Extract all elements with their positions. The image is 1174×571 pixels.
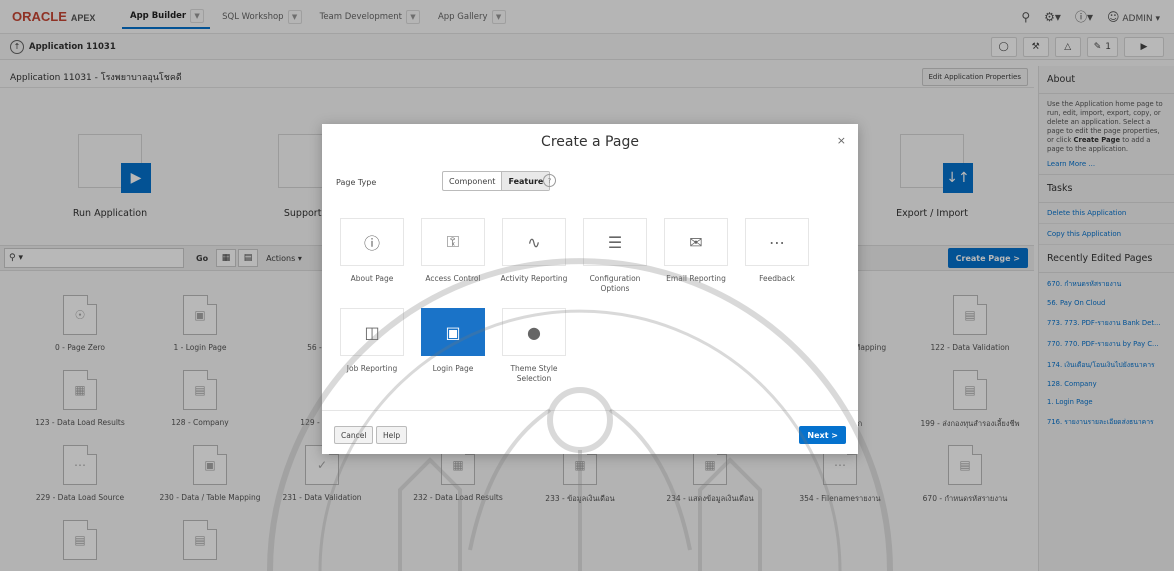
dialog-footer-divider [322,410,858,411]
next-button[interactable]: Next > [799,426,846,444]
component-option[interactable]: Component [443,172,501,190]
page-type-label: Email Reporting [666,274,726,283]
checklist-icon: ☰ [583,218,647,266]
page-type-switch: Component Feature [442,171,551,191]
key-icon: ⚿ [421,218,485,266]
page-type-configuration-options[interactable]: ☰ Configuration Options [575,218,655,294]
page-type-label: About Page [350,274,394,283]
page-type-job-reporting[interactable]: ◫ Job Reporting [332,308,412,374]
database-icon: ◫ [340,308,404,356]
page-type-label: Activity Reporting [500,274,568,283]
page-type-label: Login Page [432,364,474,373]
page-type-login-page[interactable]: ▣ Login Page [413,308,493,374]
page-type-theme-style-selection[interactable]: ● Theme Style Selection [494,308,574,384]
page-type-label: Theme Style Selection [510,364,558,383]
page-type-label: Configuration Options [589,274,641,293]
pulse-icon: ∿ [502,218,566,266]
help-icon[interactable]: ? [543,174,556,187]
page-type-email-reporting[interactable]: ✉ Email Reporting [656,218,736,284]
page-type-feedback[interactable]: ⋯ Feedback [737,218,817,284]
envelope-icon: ✉ [664,218,728,266]
chat-bubble-icon: ⋯ [745,218,809,266]
page-type-label: Access Control [425,274,481,283]
cancel-button[interactable]: Cancel [334,426,374,444]
lock-icon: ▣ [421,308,485,356]
page-type-label: Page Type [336,178,377,187]
page-type-about[interactable]: ⓘ About Page [332,218,412,284]
page-type-access-control[interactable]: ⚿ Access Control [413,218,493,284]
create-page-dialog: Create a Page × Page Type Component Feat… [322,124,858,454]
palette-icon: ● [502,308,566,356]
question-icon: ⓘ [340,218,404,266]
dialog-title: Create a Page [541,134,639,150]
page-type-label: Job Reporting [346,364,398,373]
close-icon[interactable]: × [837,134,846,147]
page-type-activity-reporting[interactable]: ∿ Activity Reporting [494,218,574,284]
help-button[interactable]: Help [376,426,408,444]
page-type-label: Feedback [759,274,795,283]
